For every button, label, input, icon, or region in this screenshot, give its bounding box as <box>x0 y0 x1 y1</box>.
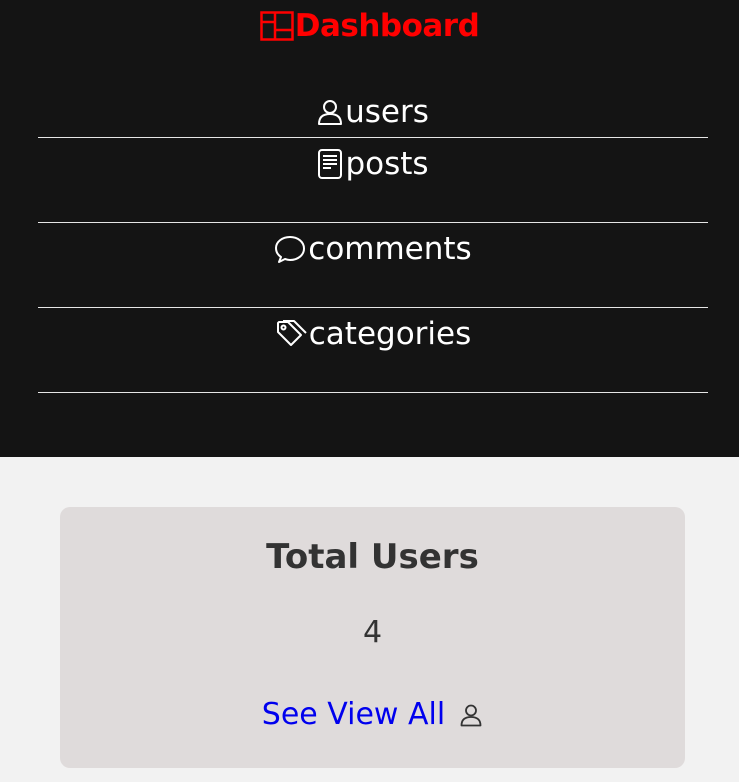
brand-title: Dashboard <box>294 8 480 44</box>
see-view-all-link[interactable]: See View All <box>60 697 685 732</box>
user-icon <box>459 703 483 727</box>
sidebar-item-label: users <box>345 94 429 130</box>
dashboard-icon <box>259 11 294 41</box>
sidebar-item-label: comments <box>308 231 472 267</box>
sidebar-item-users[interactable]: users <box>38 86 708 138</box>
total-users-card: Total Users 4 See View All <box>60 507 685 768</box>
sidebar-nav: users posts comments categories <box>38 86 708 393</box>
see-view-all-label: See View All <box>261 697 446 732</box>
user-icon <box>317 92 343 132</box>
sidebar-item-label: categories <box>308 316 472 352</box>
user-count: 4 <box>362 615 383 650</box>
sidebar: Dashboard users posts comments categorie… <box>0 0 739 457</box>
comment-icon <box>274 229 306 269</box>
sidebar-item-label: posts <box>345 146 429 182</box>
sidebar-item-comments[interactable]: comments <box>38 223 708 308</box>
brand[interactable]: Dashboard <box>0 6 739 46</box>
tag-icon <box>275 314 307 354</box>
card-title: Total Users <box>266 537 479 577</box>
sidebar-item-posts[interactable]: posts <box>38 138 708 223</box>
document-icon <box>317 144 343 184</box>
sidebar-item-categories[interactable]: categories <box>38 308 708 393</box>
